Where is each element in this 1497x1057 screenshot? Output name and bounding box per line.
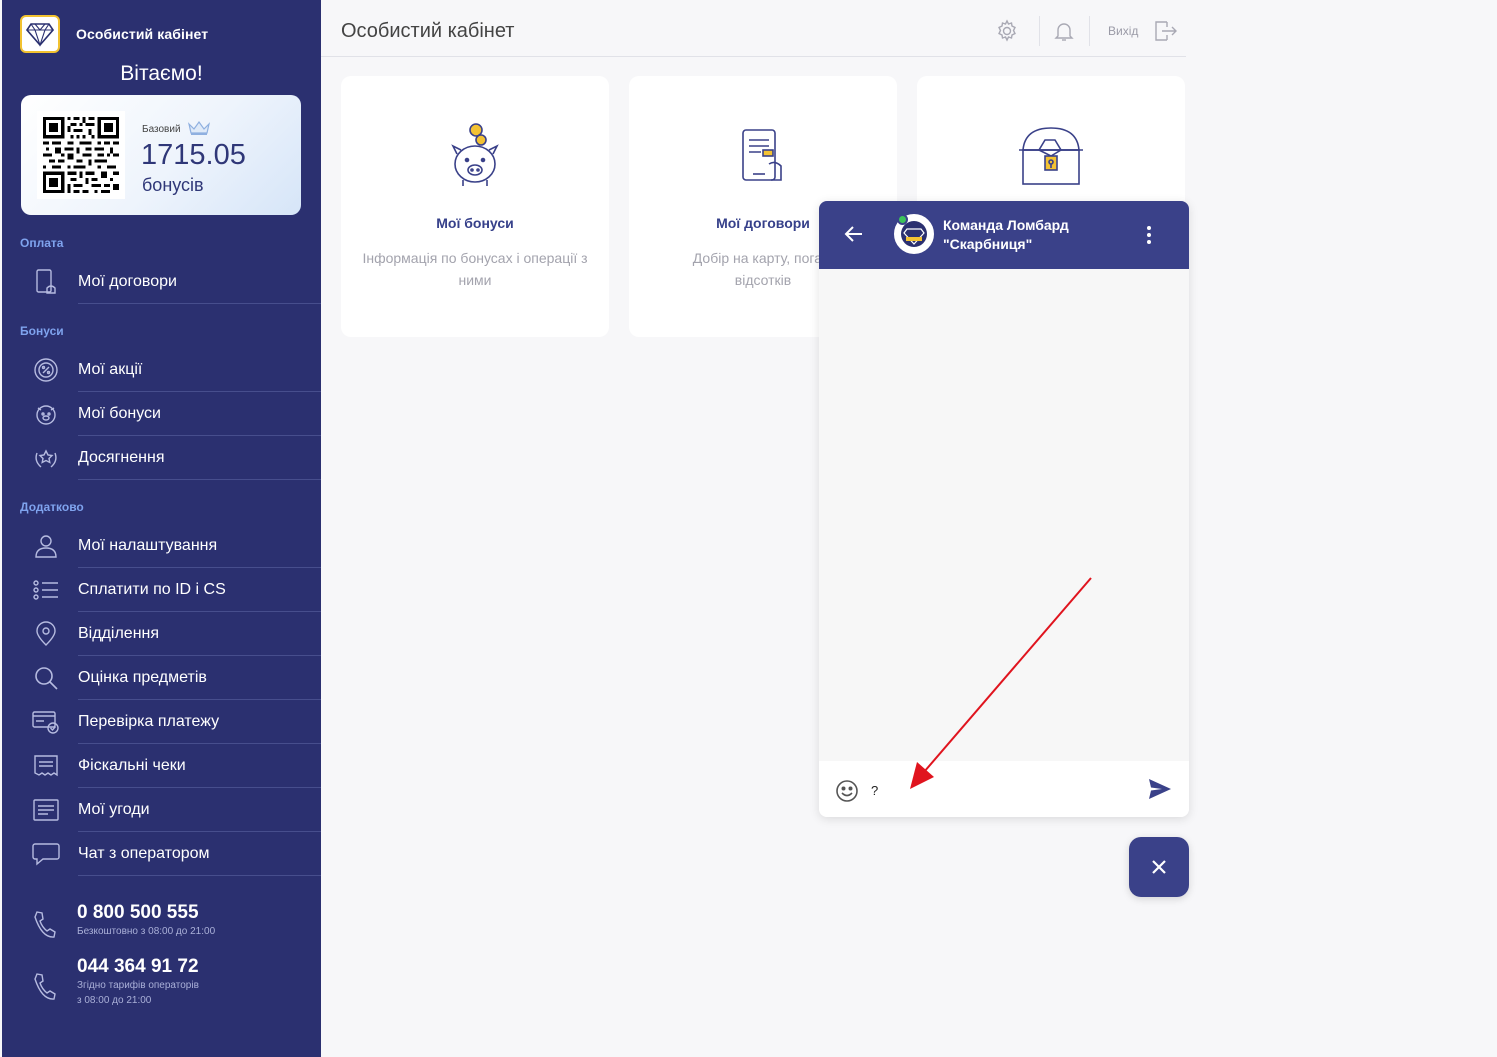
chat-header: Команда Ломбард "Скарбниця" <box>819 201 1189 269</box>
section-label-extra: Додатково <box>20 500 84 514</box>
piggy-bank-icon <box>32 400 60 428</box>
document-lines-icon <box>32 796 60 824</box>
sidebar-item-chat[interactable]: Чат з оператором <box>2 832 321 876</box>
more-vertical-icon[interactable] <box>1145 225 1153 250</box>
welcome-text: Вітаємо! <box>120 62 203 85</box>
crown-icon <box>187 120 211 139</box>
card-description: Інформація по бонусах і операції з ними <box>362 250 588 288</box>
online-status-dot <box>897 214 908 225</box>
chat-operator-name: Команда Ломбард "Скарбниця" <box>943 217 1069 252</box>
section-label-payment: Оплата <box>20 236 64 250</box>
diamond-logo-icon <box>20 15 60 53</box>
send-icon[interactable] <box>1148 778 1172 805</box>
user-icon <box>32 532 60 560</box>
header-divider <box>1039 16 1040 46</box>
phone-note: Згідно тарифів операторів <box>77 980 199 991</box>
back-arrow-icon[interactable] <box>843 223 865 250</box>
chat-message-input[interactable] <box>871 777 1131 803</box>
sidebar-item-pay-by-id[interactable]: Сплатити по ID і CS <box>2 568 321 612</box>
phone-note: Безкоштовно з 08:00 до 21:00 <box>77 926 216 937</box>
page-title: Особистий кабінет <box>341 20 515 42</box>
receipt-icon <box>32 752 60 780</box>
chat-widget: Команда Ломбард "Скарбниця" <box>819 201 1189 817</box>
chat-bubble-icon <box>32 840 60 868</box>
phone-icon <box>32 972 56 1005</box>
sidebar-item-deals[interactable]: Мої угоди <box>2 788 321 832</box>
sidebar-item-promotions[interactable]: Мої акції <box>2 348 321 392</box>
bonus-value: 1715.05 <box>141 139 246 171</box>
list-icon <box>32 576 60 604</box>
sidebar-item-settings[interactable]: Мої налаштування <box>2 524 321 568</box>
bell-icon[interactable] <box>1052 19 1076 43</box>
phone-block-free[interactable]: 0 800 500 555 Безкоштовно з 08:00 до 21:… <box>2 902 321 952</box>
card-my-bonuses[interactable]: Мої бонуси Інформація по бонусах і опера… <box>341 76 609 337</box>
qr-code <box>37 111 125 199</box>
logout-link[interactable]: Вихід <box>1108 24 1138 38</box>
phone-note-hours: з 08:00 до 21:00 <box>77 995 152 1006</box>
sidebar: Особистий кабінет Вітаємо! Базовий 1715.… <box>2 0 321 1057</box>
document-hand-icon <box>32 268 60 296</box>
section-label-bonuses: Бонуси <box>20 324 64 338</box>
sidebar-item-bonuses[interactable]: Мої бонуси <box>2 392 321 436</box>
sidebar-item-valuation[interactable]: Оцінка предметів <box>2 656 321 700</box>
nav-divider <box>78 875 321 876</box>
sidebar-item-payment-check[interactable]: Перевірка платежу <box>2 700 321 744</box>
emoji-icon[interactable] <box>835 779 859 808</box>
sidebar-item-receipts[interactable]: Фіскальні чеки <box>2 744 321 788</box>
nav-divider <box>78 303 321 304</box>
chat-messages-area[interactable] <box>819 269 1189 761</box>
phone-number: 0 800 500 555 <box>77 902 199 923</box>
phone-card-hand-icon <box>727 120 799 192</box>
laurel-star-icon <box>32 444 60 472</box>
phone-number: 044 364 91 72 <box>77 956 199 977</box>
gear-icon[interactable] <box>995 19 1019 43</box>
sidebar-item-achievements[interactable]: Досягнення <box>2 436 321 480</box>
logout-icon[interactable] <box>1153 19 1177 43</box>
treasure-chest-icon <box>1015 120 1087 192</box>
bonus-unit: бонусів <box>142 175 204 195</box>
top-header: Особистий кабінет Вихід <box>321 0 1186 57</box>
card-title: Мої бонуси <box>436 215 514 231</box>
brand-title: Особистий кабінет <box>76 26 209 42</box>
close-chat-button[interactable] <box>1129 837 1189 897</box>
brand[interactable]: Особистий кабінет <box>20 15 208 53</box>
sidebar-item-contracts[interactable]: Мої договори <box>2 260 321 304</box>
magnifier-icon <box>32 664 60 692</box>
piggy-bank-coin-icon <box>439 120 511 192</box>
bonus-card[interactable]: Базовий 1715.05 бонусів <box>21 95 301 215</box>
tier-label: Базовий <box>142 120 211 139</box>
chat-input-bar <box>819 761 1189 817</box>
nav-divider <box>78 479 321 480</box>
card-check-icon <box>32 708 60 736</box>
phone-block-paid[interactable]: 044 364 91 72 Згідно тарифів операторів … <box>2 956 321 1016</box>
map-pin-icon <box>32 620 60 648</box>
header-divider <box>1089 16 1090 46</box>
percent-badge-icon <box>32 356 60 384</box>
phone-icon <box>32 910 56 943</box>
sidebar-item-branches[interactable]: Відділення <box>2 612 321 656</box>
